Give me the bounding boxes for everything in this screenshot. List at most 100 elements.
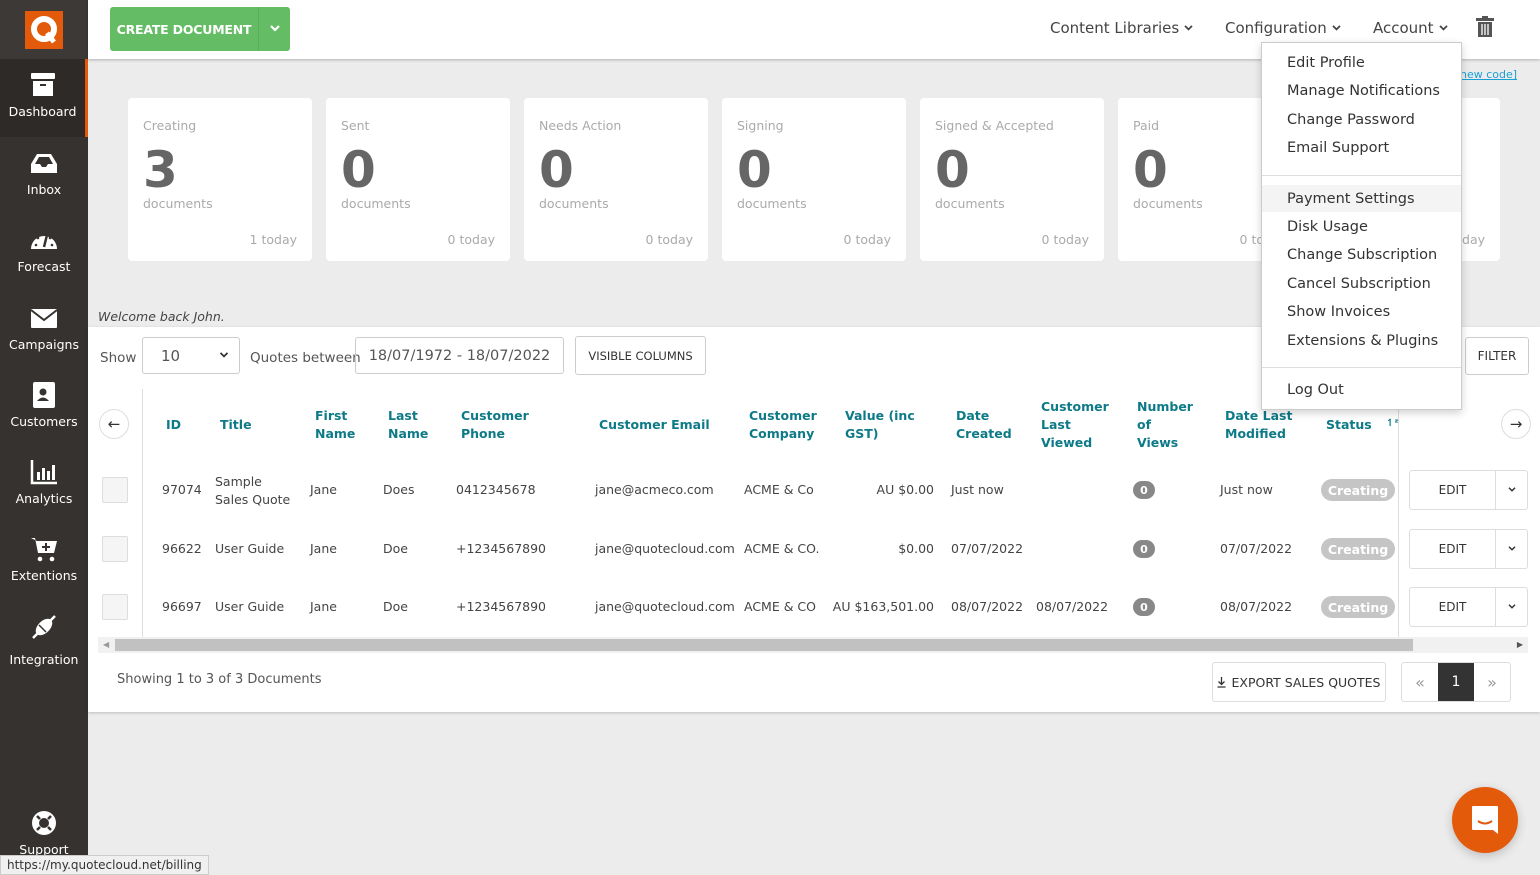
column-header-first-name[interactable]: First Name (315, 407, 355, 443)
nav-label: Content Libraries (1050, 19, 1180, 37)
sidebar-item-analytics[interactable]: Analytics (0, 457, 88, 506)
quotecloud-logo[interactable] (25, 10, 63, 49)
cell-last-name: Does (383, 482, 415, 497)
stat-today: 0 today (1041, 232, 1089, 247)
menu-item-show-invoices[interactable]: Show Invoices (1262, 298, 1461, 325)
chat-launcher-button[interactable] (1452, 787, 1518, 853)
table-divider (142, 389, 143, 637)
column-header-title[interactable]: Title (220, 416, 252, 434)
column-header-number-of-views[interactable]: Number of Views (1137, 398, 1193, 452)
nav-content-libraries[interactable]: Content Libraries (1050, 19, 1193, 37)
plug-icon (29, 612, 59, 642)
menu-item-change-subscription[interactable]: Change Subscription (1262, 241, 1461, 268)
cart-plus-icon (29, 534, 59, 564)
sidebar-item-integration[interactable]: Integration (0, 612, 88, 667)
page-current-button[interactable]: 1 (1438, 663, 1474, 701)
stat-card-sent[interactable]: Sent 0 documents 0 today (326, 98, 510, 261)
column-header-customer-email[interactable]: Customer Email (599, 416, 710, 434)
row-actions-toggle[interactable] (1496, 471, 1527, 509)
sidebar-item-label: Inbox (26, 182, 62, 197)
column-header-date-created[interactable]: Date Created (956, 407, 1012, 443)
sidebar-item-label: Customers (10, 414, 78, 429)
menu-item-disk-usage[interactable]: Disk Usage (1262, 213, 1461, 240)
menu-item-email-support[interactable]: Email Support (1262, 134, 1461, 161)
column-header-date-last-modified[interactable]: Date Last Modified (1225, 407, 1292, 443)
cell-date-modified: 08/07/2022 (1220, 599, 1293, 614)
cell-title[interactable]: User Guide (215, 540, 284, 558)
scroll-right-arrow-icon[interactable]: ▶ (1517, 640, 1523, 649)
stat-card-creating[interactable]: Creating 3 documents 1 today (128, 98, 312, 261)
account-dropdown-menu: Edit Profile Manage Notifications Change… (1261, 42, 1462, 410)
date-range-input[interactable]: 18/07/1972 - 18/07/2022 (355, 337, 564, 374)
menu-item-payment-settings[interactable]: Payment Settings (1262, 185, 1461, 212)
create-document-dropdown-toggle[interactable] (258, 7, 290, 51)
create-document-button[interactable]: CREATE DOCUMENT (110, 7, 258, 51)
column-header-id[interactable]: ID (166, 416, 181, 434)
cell-title[interactable]: Sample Sales Quote (215, 473, 290, 509)
stat-card-signed-accepted[interactable]: Signed & Accepted 0 documents 0 today (920, 98, 1104, 261)
header-line: Viewed (1041, 435, 1093, 450)
sidebar-item-extentions[interactable]: Extentions (0, 534, 88, 583)
menu-item-edit-profile[interactable]: Edit Profile (1262, 49, 1461, 76)
row-actions-toggle[interactable] (1496, 530, 1527, 568)
menu-item-log-out[interactable]: Log Out (1262, 376, 1461, 403)
stat-card-needs-action[interactable]: Needs Action 0 documents 0 today (524, 98, 708, 261)
cell-phone: +1234567890 (456, 541, 547, 556)
sidebar-item-customers[interactable]: Customers (0, 380, 88, 429)
column-header-last-name[interactable]: Last Name (388, 407, 428, 443)
column-header-value[interactable]: Value (inc GST) (845, 407, 915, 443)
stat-unit: documents (1133, 196, 1203, 211)
row-actions-toggle[interactable] (1496, 588, 1527, 626)
sidebar-item-campaigns[interactable]: Campaigns (0, 303, 88, 352)
scroll-right-button[interactable]: → (1501, 409, 1531, 439)
column-header-customer-phone[interactable]: Customer Phone (461, 407, 529, 443)
cell-date-created: 07/07/2022 (951, 541, 1024, 556)
column-header-customer-last-viewed[interactable]: Customer Last Viewed (1041, 398, 1109, 452)
new-code-link[interactable]: new code] (1460, 68, 1517, 81)
menu-item-change-password[interactable]: Change Password (1262, 106, 1461, 133)
visible-columns-button[interactable]: VISIBLE COLUMNS (575, 336, 706, 375)
column-header-status[interactable]: Status (1326, 416, 1372, 434)
stat-unit: documents (341, 196, 411, 211)
pagination: « 1 » (1401, 662, 1511, 702)
sidebar-item-dashboard[interactable]: Dashboard (0, 59, 88, 137)
scrollbar-thumb[interactable] (115, 639, 1413, 651)
page-first-button[interactable]: « (1402, 663, 1438, 701)
sidebar-item-support[interactable]: Support (0, 808, 88, 857)
filter-button[interactable]: FILTER (1465, 337, 1529, 375)
export-sales-quotes-button[interactable]: EXPORT SALES QUOTES (1212, 662, 1386, 702)
menu-item-manage-notifications[interactable]: Manage Notifications (1262, 77, 1461, 104)
stat-label: Paid (1133, 118, 1160, 133)
edit-button[interactable]: EDIT (1410, 530, 1496, 568)
column-header-customer-company[interactable]: Customer Company (749, 407, 817, 443)
sidebar-item-forecast[interactable]: Forecast (0, 225, 88, 274)
sort-az-icon[interactable]: ↿ᶻ (1386, 415, 1399, 433)
trash-button[interactable] (1476, 16, 1494, 42)
edit-button[interactable]: EDIT (1410, 471, 1496, 509)
scroll-left-button[interactable]: ← (99, 409, 129, 439)
row-checkbox[interactable] (102, 477, 128, 503)
scroll-left-arrow-icon[interactable]: ◀ (103, 640, 109, 649)
nav-account[interactable]: Account (1373, 19, 1448, 37)
envelope-icon (29, 303, 59, 333)
cell-value: $0.00 (898, 541, 934, 556)
logo-area[interactable] (0, 0, 88, 59)
nav-configuration[interactable]: Configuration (1225, 19, 1341, 37)
menu-item-extensions-plugins[interactable]: Extensions & Plugins (1262, 327, 1461, 354)
chevron-down-icon (1438, 24, 1448, 31)
row-checkbox[interactable] (102, 594, 128, 620)
sidebar-item-inbox[interactable]: Inbox (0, 148, 88, 197)
horizontal-scrollbar[interactable]: ◀ ▶ (98, 637, 1528, 653)
views-count-badge: 0 (1133, 540, 1155, 558)
stat-card-signing[interactable]: Signing 0 documents 0 today (722, 98, 906, 261)
menu-item-cancel-subscription[interactable]: Cancel Subscription (1262, 270, 1461, 297)
edit-button[interactable]: EDIT (1410, 588, 1496, 626)
page-size-select[interactable]: 10 (142, 337, 240, 374)
row-checkbox[interactable] (102, 536, 128, 562)
page-last-button[interactable]: » (1474, 663, 1510, 701)
stat-count: 0 (935, 141, 970, 199)
stat-label: Creating (143, 118, 197, 133)
cell-company: ACME & CO (744, 599, 817, 614)
cell-value: AU $163,501.00 (832, 599, 934, 614)
cell-title[interactable]: User Guide (215, 598, 284, 616)
